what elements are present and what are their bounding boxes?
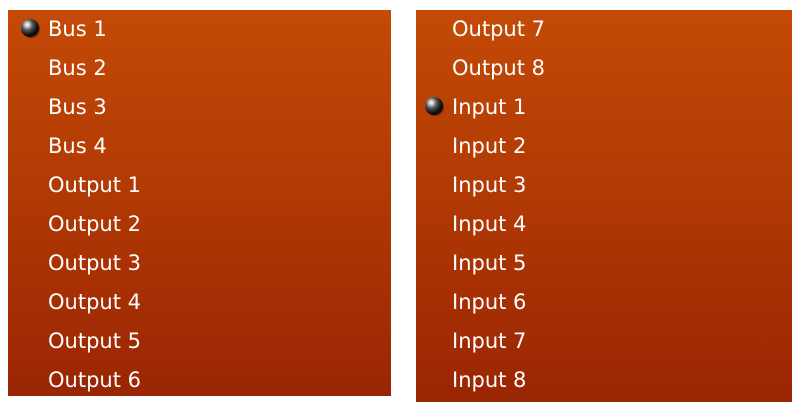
menu-item-bus-1[interactable]: Bus 1 [8, 10, 391, 49]
menu-item-label: Input 1 [452, 95, 527, 119]
menu-item-label: Output 2 [48, 212, 141, 236]
menu-item-input-4[interactable]: Input 4 [416, 205, 792, 244]
menu-item-label: Bus 1 [48, 17, 107, 41]
menu-item-output-3[interactable]: Output 3 [8, 244, 391, 283]
menu-item-label: Input 7 [452, 329, 527, 353]
menu-item-label: Input 6 [452, 290, 527, 314]
radio-dot-icon [425, 97, 443, 115]
menu-item-label: Input 5 [452, 251, 527, 275]
menu-item-label: Output 8 [452, 56, 545, 80]
menu-item-label: Output 5 [48, 329, 141, 353]
menu-item-input-3[interactable]: Input 3 [416, 166, 792, 205]
menu-item-label: Input 3 [452, 173, 527, 197]
right-menu-panel: Output 7 Output 8 Input 1 Input 2 Input … [416, 10, 792, 402]
radio-dot-icon [21, 19, 39, 37]
menu-item-input-7[interactable]: Input 7 [416, 322, 792, 361]
menu-item-output-4[interactable]: Output 4 [8, 283, 391, 322]
menu-item-label: Output 1 [48, 173, 141, 197]
menu-item-input-1[interactable]: Input 1 [416, 88, 792, 127]
menu-item-output-7[interactable]: Output 7 [416, 10, 792, 49]
menu-item-output-8[interactable]: Output 8 [416, 49, 792, 88]
menu-item-bus-3[interactable]: Bus 3 [8, 88, 391, 127]
menu-item-output-2[interactable]: Output 2 [8, 205, 391, 244]
menu-item-label: Input 2 [452, 134, 527, 158]
menu-item-output-6[interactable]: Output 6 [8, 361, 391, 400]
menu-item-input-6[interactable]: Input 6 [416, 283, 792, 322]
menu-item-input-8[interactable]: Input 8 [416, 361, 792, 400]
left-menu-panel: Bus 1 Bus 2 Bus 3 Bus 4 Output 1 Output … [8, 10, 391, 396]
menu-item-bus-2[interactable]: Bus 2 [8, 49, 391, 88]
menu-item-label: Output 4 [48, 290, 141, 314]
menu-item-label: Output 3 [48, 251, 141, 275]
menu-item-label: Input 4 [452, 212, 527, 236]
menu-item-label: Bus 4 [48, 134, 107, 158]
menu-item-label: Output 7 [452, 17, 545, 41]
menu-item-bus-4[interactable]: Bus 4 [8, 127, 391, 166]
menu-item-input-2[interactable]: Input 2 [416, 127, 792, 166]
menu-item-label: Input 8 [452, 368, 527, 392]
menu-item-input-5[interactable]: Input 5 [416, 244, 792, 283]
menu-item-output-5[interactable]: Output 5 [8, 322, 391, 361]
menu-item-label: Output 6 [48, 368, 141, 392]
menu-item-output-1[interactable]: Output 1 [8, 166, 391, 205]
menu-item-label: Bus 3 [48, 95, 107, 119]
menu-item-label: Bus 2 [48, 56, 107, 80]
